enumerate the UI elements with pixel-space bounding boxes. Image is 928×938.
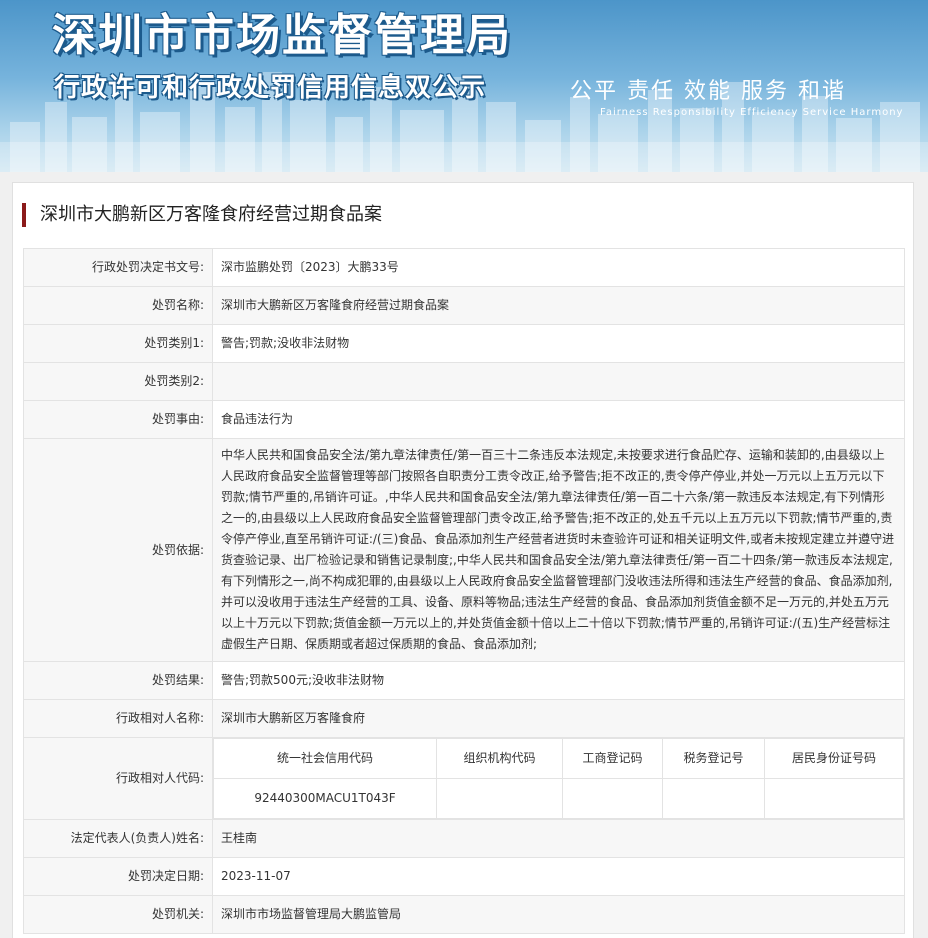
penalty-reason: 食品违法行为 — [212, 400, 905, 439]
table-row: 行政相对人代码: 统一社会信用代码 组织机构代码 工商登记码 税务登记号 居民身… — [23, 737, 905, 820]
field-label: 处罚机关: — [23, 895, 213, 934]
agency-title: 深圳市市场监督管理局 — [52, 10, 512, 61]
penalty-info-table: 行政处罚决定书文号: 深市监鹏处罚〔2023〕大鹏33号 处罚名称: 深圳市大鹏… — [23, 248, 905, 934]
organization-code — [436, 778, 563, 819]
table-row: 处罚依据: 中华人民共和国食品安全法/第九章法律责任/第一百三十二条违反本法规定… — [23, 438, 905, 662]
table-row: 行政相对人名称: 深圳市大鹏新区万客隆食府 — [23, 699, 905, 738]
business-registration-code — [562, 778, 663, 819]
field-label: 行政相对人代码: — [23, 737, 213, 820]
table-row: 处罚名称: 深圳市大鹏新区万客隆食府经营过期食品案 — [23, 286, 905, 325]
code-value-row: 92440300MACU1T043F — [213, 778, 904, 819]
table-row: 处罚类别2: — [23, 362, 905, 401]
field-label: 处罚事由: — [23, 400, 213, 439]
banner-slogan-english: Fairness Responsibility Efficiency Servi… — [600, 107, 904, 118]
code-header-row: 统一社会信用代码 组织机构代码 工商登记码 税务登记号 居民身份证号码 — [213, 738, 904, 779]
table-row: 处罚事由: 食品违法行为 — [23, 400, 905, 439]
field-label: 法定代表人(负责人)姓名: — [23, 819, 213, 858]
field-label: 行政相对人名称: — [23, 699, 213, 738]
unified-credit-code: 92440300MACU1T043F — [213, 778, 437, 819]
header-banner: 深圳市市场监督管理局 行政许可和行政处罚信用信息双公示 公平 责任 效能 服务 … — [0, 0, 928, 172]
code-header: 居民身份证号码 — [764, 738, 904, 779]
party-name: 深圳市大鹏新区万客隆食府 — [212, 699, 905, 738]
code-header: 组织机构代码 — [436, 738, 563, 779]
table-row: 处罚决定日期: 2023-11-07 — [23, 857, 905, 896]
field-label: 处罚名称: — [23, 286, 213, 325]
code-header: 工商登记码 — [562, 738, 663, 779]
party-code-cell: 统一社会信用代码 组织机构代码 工商登记码 税务登记号 居民身份证号码 9244… — [212, 737, 905, 820]
party-code-table: 统一社会信用代码 组织机构代码 工商登记码 税务登记号 居民身份证号码 9244… — [213, 738, 904, 819]
code-header: 统一社会信用代码 — [213, 738, 437, 779]
penalty-name: 深圳市大鹏新区万客隆食府经营过期食品案 — [212, 286, 905, 325]
banner-subtitle: 行政许可和行政处罚信用信息双公示 — [54, 73, 487, 103]
decision-date: 2023-11-07 — [212, 857, 905, 896]
field-label: 处罚结果: — [23, 661, 213, 700]
field-label: 处罚类别2: — [23, 362, 213, 401]
table-row: 处罚结果: 警告;罚款500元;没收非法财物 — [23, 661, 905, 700]
table-row: 处罚类别1: 警告;罚款;没收非法财物 — [23, 324, 905, 363]
field-label: 处罚决定日期: — [23, 857, 213, 896]
penalty-type-1: 警告;罚款;没收非法财物 — [212, 324, 905, 363]
penalty-type-2 — [212, 362, 905, 401]
tax-registration-number — [662, 778, 765, 819]
penalty-legal-basis: 中华人民共和国食品安全法/第九章法律责任/第一百三十二条违反本法规定,未按要求进… — [212, 438, 905, 662]
penalty-authority: 深圳市市场监督管理局大鹏监管局 — [212, 895, 905, 934]
legal-representative: 王桂南 — [212, 819, 905, 858]
decision-document-number: 深市监鹏处罚〔2023〕大鹏33号 — [212, 248, 905, 287]
content-panel: 深圳市大鹏新区万客隆食府经营过期食品案 行政处罚决定书文号: 深市监鹏处罚〔20… — [12, 182, 914, 938]
page-title: 深圳市大鹏新区万客隆食府经营过期食品案 — [22, 203, 382, 227]
penalty-result: 警告;罚款500元;没收非法财物 — [212, 661, 905, 700]
field-label: 处罚依据: — [23, 438, 213, 662]
table-row: 法定代表人(负责人)姓名: 王桂南 — [23, 819, 905, 858]
table-row: 行政处罚决定书文号: 深市监鹏处罚〔2023〕大鹏33号 — [23, 248, 905, 287]
table-row: 处罚机关: 深圳市市场监督管理局大鹏监管局 — [23, 895, 905, 934]
field-label: 行政处罚决定书文号: — [23, 248, 213, 287]
resident-id-number — [764, 778, 904, 819]
field-label: 处罚类别1: — [23, 324, 213, 363]
code-header: 税务登记号 — [662, 738, 765, 779]
banner-slogan: 公平 责任 效能 服务 和谐 — [570, 79, 846, 104]
